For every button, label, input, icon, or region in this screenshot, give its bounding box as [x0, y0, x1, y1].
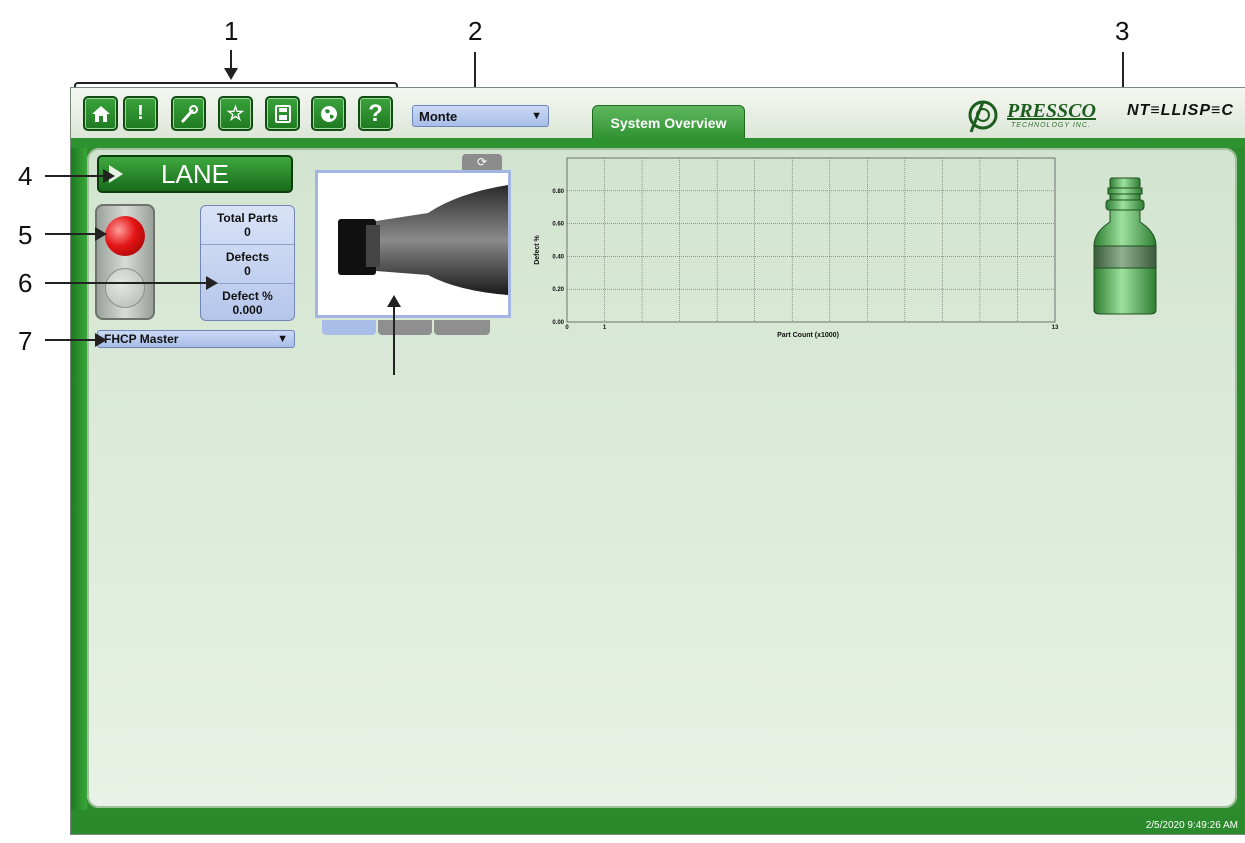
logo-intellispec-text: NT≡LLISP≡C — [1127, 102, 1234, 119]
help-button[interactable]: ? — [358, 96, 393, 131]
callout-1: 1 — [224, 16, 239, 46]
callout-4: 4 — [18, 161, 33, 191]
lane-button[interactable]: LANE — [97, 155, 293, 193]
callout-4-line — [45, 175, 105, 177]
refresh-icon: ⟳ — [476, 155, 488, 169]
tab-label: System Overview — [610, 114, 727, 131]
chart-x-ticks: 0 1 13 — [565, 325, 1059, 331]
timestamp: 2/5/2020 9:49:26 AM — [1145, 820, 1238, 831]
language-button[interactable] — [311, 96, 346, 131]
image-tab-3[interactable] — [434, 320, 490, 335]
callout-5-line — [45, 233, 97, 235]
callout-1-arrow — [224, 68, 238, 80]
image-tab-1[interactable] — [322, 320, 376, 335]
bottle-image — [318, 173, 508, 315]
tab-system-overview[interactable]: System Overview — [592, 105, 745, 139]
total-parts-value: 0 — [244, 225, 251, 239]
home-icon — [91, 105, 110, 122]
alerts-button[interactable]: ! — [123, 96, 158, 131]
wrench-icon — [181, 104, 198, 122]
bottle-status-icon — [1093, 177, 1157, 315]
chart-y-tick-label: 0.40 — [552, 254, 564, 260]
lane-stats: Total Parts 0 Defects 0 Defect % 0.000 — [200, 205, 295, 321]
callout-2: 2 — [468, 16, 483, 46]
callout-7: 7 — [18, 326, 33, 356]
settings-button[interactable] — [171, 96, 206, 131]
system-selector-value: Monte — [419, 108, 458, 124]
logo-pressco-text: PRESSCO — [1007, 100, 1096, 122]
chart-plot-border — [566, 157, 1056, 323]
callout-8-arrow — [387, 295, 401, 307]
chart-x-tick-label: 0 — [565, 325, 569, 331]
callout-7-line — [45, 339, 97, 341]
callout-5: 5 — [18, 220, 33, 250]
callout-4-arrow — [103, 169, 115, 183]
recipe-selector-value: FHCP Master — [104, 332, 179, 346]
logo-tech-text: TECHNOLOGY INC. — [1011, 122, 1091, 129]
save-icon — [274, 104, 291, 123]
defects-label: Defects — [225, 250, 270, 264]
alert-icon: ! — [137, 102, 144, 124]
off-light-icon — [105, 268, 145, 308]
chart-ylabel: Defect % — [534, 234, 541, 264]
chart-xlabel: Part Count (x1000) — [777, 332, 839, 339]
pressco-logo: PRESSCO TECHNOLOGY INC. NT≡LLISP≡C — [959, 96, 1239, 134]
save-button[interactable] — [265, 96, 300, 131]
defect-pct-value: 0.000 — [232, 303, 263, 317]
chart-y-tick-label: 0.80 — [552, 189, 564, 195]
star-icon: ☆ — [226, 103, 245, 125]
chevron-down-icon: ▼ — [277, 333, 288, 345]
header-divider — [71, 138, 1245, 148]
chart-y-tick-label: 0.60 — [552, 222, 564, 228]
callout-7-arrow — [95, 333, 107, 347]
defect-chart: 0.00 0.20 0.40 0.60 0.80 0 1 13 Part Count (x1… — [534, 157, 1059, 339]
callout-5-arrow — [95, 227, 107, 241]
help-icon: ? — [368, 99, 383, 127]
stat-total-parts: Total Parts 0 — [201, 206, 294, 245]
callout-6-arrow — [206, 276, 218, 290]
chevron-down-icon: ▼ — [531, 110, 542, 122]
status-bar: 2/5/2020 9:49:26 AM — [71, 810, 1245, 834]
callout-6: 6 — [18, 268, 33, 298]
chart-grid — [566, 157, 1056, 323]
callout-6-line — [45, 282, 208, 284]
pressco-swirl-icon — [968, 100, 998, 133]
callout-8-line — [393, 305, 395, 375]
left-frame-edge — [71, 148, 87, 834]
top-toolbar: ! ☆ ? Monte ▼ System Overview PRESSCO TE… — [71, 88, 1245, 139]
home-button[interactable] — [83, 96, 118, 131]
image-tab-2[interactable] — [378, 320, 432, 335]
callout-1-line — [230, 50, 232, 70]
defect-pct-label: Defect % — [222, 289, 273, 303]
callout-3: 3 — [1115, 16, 1130, 46]
inspection-image[interactable] — [315, 170, 511, 318]
globe-icon — [320, 105, 337, 122]
chart-x-tick-label: 1 — [603, 325, 607, 331]
refresh-image-button[interactable]: ⟳ — [462, 154, 502, 170]
system-selector[interactable]: Monte ▼ — [412, 105, 549, 127]
chart-y-tick-label: 0.20 — [552, 287, 564, 293]
lane-label: LANE — [161, 158, 229, 189]
favorites-button[interactable]: ☆ — [218, 96, 253, 131]
red-light-icon — [105, 216, 145, 256]
total-parts-label: Total Parts — [216, 211, 279, 225]
status-light — [95, 204, 155, 320]
chart-x-tick-label: 13 — [1052, 325, 1059, 331]
chart-y-ticks: 0.00 0.20 0.40 0.60 0.80 — [552, 189, 564, 326]
chart-y-tick-label: 0.00 — [552, 320, 564, 326]
recipe-selector[interactable]: FHCP Master ▼ — [97, 330, 295, 348]
